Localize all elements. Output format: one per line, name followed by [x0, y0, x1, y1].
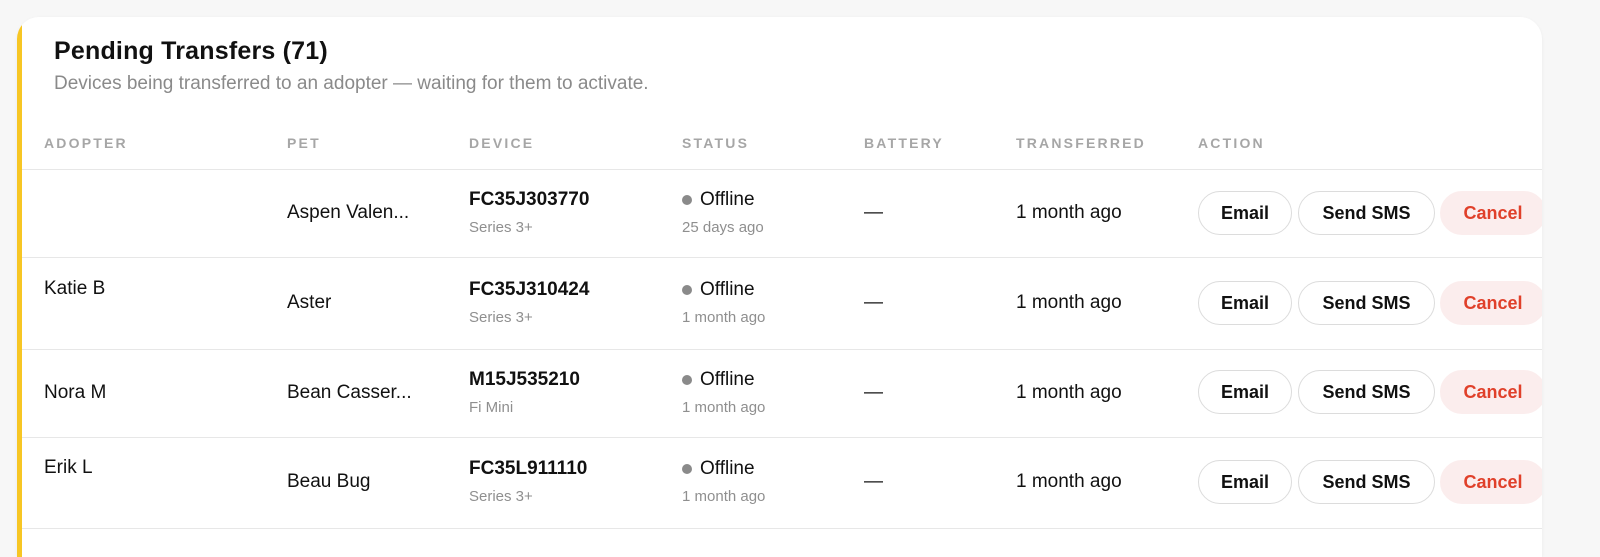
pending-transfers-card: Pending Transfers (71) Devices being tra…: [17, 17, 1542, 557]
status-since: 1 month ago: [682, 309, 766, 326]
cancel-transfer-button[interactable]: Cancel: [1440, 191, 1542, 235]
transferred-time: 1 month ago: [1016, 471, 1122, 492]
device-id: FC35J310424: [469, 279, 590, 300]
status-label: Offline: [700, 458, 755, 479]
table-row: Erik L Beau Bug FC35L911110 Series 3+ Of…: [17, 438, 1542, 528]
row-divider: [22, 528, 1542, 529]
status-since: 1 month ago: [682, 399, 766, 416]
pet-name: Beau Bug: [287, 471, 371, 492]
send-sms-button[interactable]: Send SMS: [1298, 460, 1435, 504]
device-id: FC35J303770: [469, 189, 590, 210]
device-model: Fi Mini: [469, 399, 514, 416]
pet-name: Aster: [287, 292, 332, 313]
column-header-transferred: TRANSFERRED: [1016, 135, 1146, 151]
table-row: Aspen Valen... FC35J303770 Series 3+ Off…: [17, 170, 1542, 257]
cancel-transfer-button[interactable]: Cancel: [1440, 281, 1542, 325]
cancel-transfer-button[interactable]: Cancel: [1440, 370, 1542, 414]
status-dot-icon: [682, 464, 692, 474]
status: Offline: [682, 279, 755, 301]
send-sms-button[interactable]: Send SMS: [1298, 281, 1435, 325]
status-since: 1 month ago: [682, 488, 766, 505]
adopter-name: Nora M: [44, 382, 107, 403]
send-sms-button[interactable]: Send SMS: [1298, 191, 1435, 235]
column-header-status: STATUS: [682, 135, 750, 151]
status: Offline: [682, 369, 755, 391]
status-label: Offline: [700, 189, 755, 210]
device-id: FC35L911110: [469, 458, 588, 479]
email-button[interactable]: Email: [1198, 281, 1292, 325]
column-header-battery: BATTERY: [864, 135, 944, 151]
send-sms-button[interactable]: Send SMS: [1298, 370, 1435, 414]
table-row: Katie B Aster FC35J310424 Series 3+ Offl…: [17, 258, 1542, 349]
email-button[interactable]: Email: [1198, 370, 1292, 414]
status: Offline: [682, 458, 755, 480]
transferred-time: 1 month ago: [1016, 292, 1122, 313]
table-row: Nora M Bean Casser... M15J535210 Fi Mini…: [17, 350, 1542, 437]
battery-level: —: [864, 471, 883, 492]
status-label: Offline: [700, 369, 755, 390]
page-subtitle: Devices being transferred to an adopter …: [54, 73, 649, 94]
status-dot-icon: [682, 195, 692, 205]
status-since: 25 days ago: [682, 219, 764, 236]
adopter-name: Katie B: [44, 278, 106, 299]
column-header-action: ACTION: [1198, 135, 1265, 151]
column-header-pet: PET: [287, 135, 321, 151]
status-dot-icon: [682, 375, 692, 385]
battery-level: —: [864, 202, 883, 223]
page-title: Pending Transfers (71): [54, 37, 328, 65]
table-header: ADOPTER PET DEVICE STATUS BATTERY TRANSF…: [17, 135, 1542, 169]
device-model: Series 3+: [469, 309, 533, 326]
column-header-adopter: ADOPTER: [44, 135, 128, 151]
battery-level: —: [864, 292, 883, 313]
pet-name: Bean Casser...: [287, 382, 412, 403]
transferred-time: 1 month ago: [1016, 382, 1122, 403]
pet-name: Aspen Valen...: [287, 202, 410, 223]
email-button[interactable]: Email: [1198, 460, 1292, 504]
column-header-device: DEVICE: [469, 135, 535, 151]
device-model: Series 3+: [469, 488, 533, 505]
device-id: M15J535210: [469, 369, 580, 390]
battery-level: —: [864, 382, 883, 403]
email-button[interactable]: Email: [1198, 191, 1292, 235]
status-dot-icon: [682, 285, 692, 295]
cancel-transfer-button[interactable]: Cancel: [1440, 460, 1542, 504]
status: Offline: [682, 189, 755, 211]
adopter-name: Erik L: [44, 457, 93, 478]
status-label: Offline: [700, 279, 755, 300]
device-model: Series 3+: [469, 219, 533, 236]
transferred-time: 1 month ago: [1016, 202, 1122, 223]
